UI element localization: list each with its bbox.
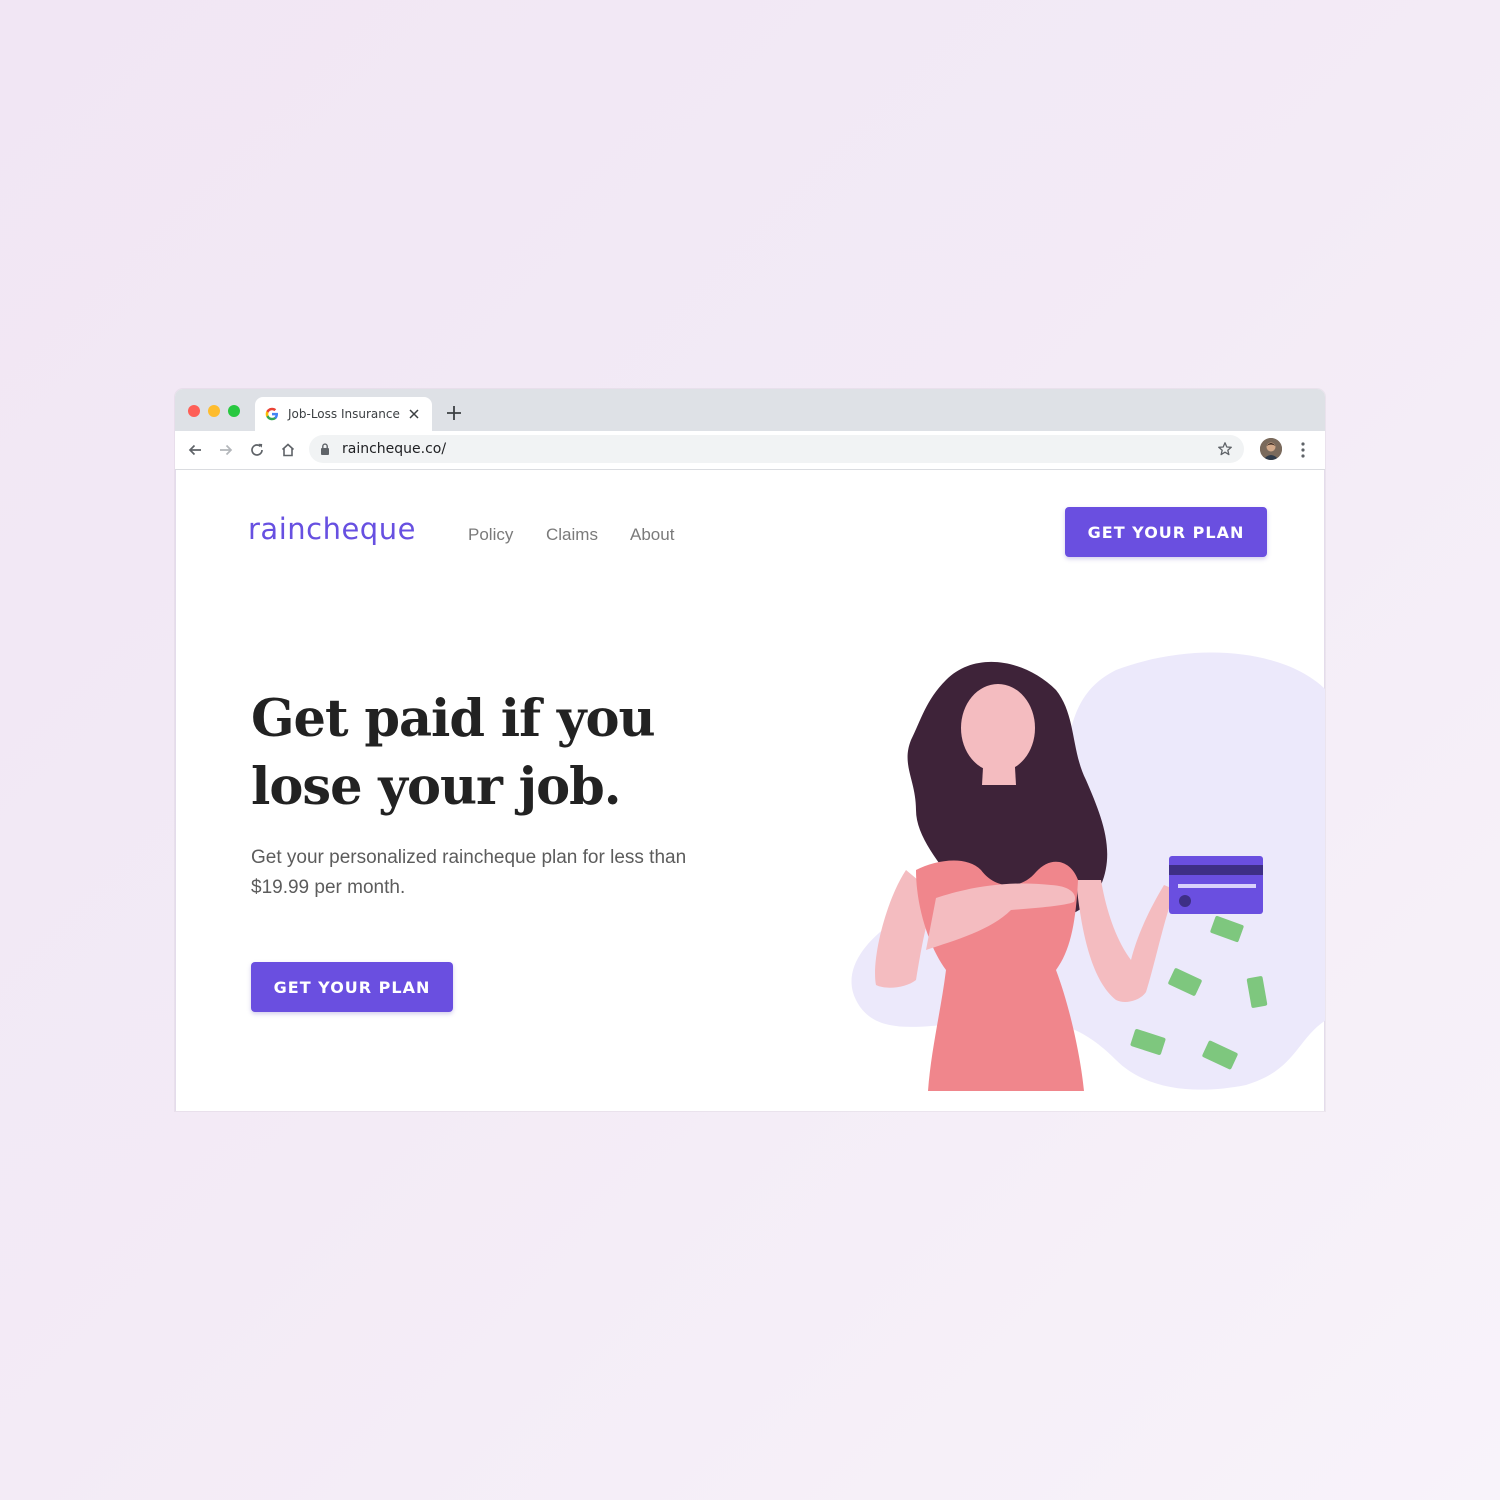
kebab-icon[interactable]: [1296, 440, 1310, 460]
nav-link-claims[interactable]: Claims: [546, 525, 598, 545]
browser-tab[interactable]: Job-Loss Insurance: [255, 397, 432, 431]
url-text: raincheque.co/: [342, 441, 447, 457]
woman-with-card-illustration: [851, 652, 1325, 1091]
hero-headline: Get paid if you lose your job.: [251, 689, 656, 817]
profile-photo: [1260, 438, 1282, 460]
back-icon[interactable]: [186, 441, 204, 459]
close-window-button[interactable]: [188, 405, 200, 417]
close-icon[interactable]: [407, 407, 421, 421]
hero-subtext: Get your personalized raincheque plan fo…: [251, 847, 687, 898]
address-bar[interactable]: raincheque.co/: [309, 435, 1244, 463]
home-icon[interactable]: [279, 441, 297, 459]
tab-title: Job-Loss Insurance: [288, 407, 400, 421]
header-get-plan-button[interactable]: GET YOUR PLAN: [1065, 507, 1267, 557]
plus-icon[interactable]: [445, 404, 463, 422]
forward-icon[interactable]: [217, 441, 235, 459]
profile-avatar[interactable]: [1260, 438, 1282, 460]
credit-card: [1169, 856, 1263, 914]
face: [961, 684, 1035, 772]
reload-icon[interactable]: [248, 441, 266, 459]
nav-link-policy[interactable]: Policy: [468, 525, 513, 545]
maximize-window-button[interactable]: [228, 405, 240, 417]
google-icon: [265, 407, 278, 421]
browser-window: Job-Loss Insurance raincheque.co/ rainch…: [175, 389, 1325, 1111]
star-icon[interactable]: [1217, 441, 1233, 457]
nav-link-about[interactable]: About: [630, 525, 674, 545]
tab-strip: Job-Loss Insurance: [175, 389, 1325, 431]
minimize-window-button[interactable]: [208, 405, 220, 417]
browser-toolbar: raincheque.co/: [175, 431, 1325, 470]
site-logo[interactable]: raincheque: [248, 512, 416, 546]
lock-icon: [321, 443, 329, 455]
hero-get-plan-button[interactable]: GET YOUR PLAN: [251, 962, 453, 1012]
web-page: raincheque Policy Claims About GET YOUR …: [175, 470, 1325, 1111]
